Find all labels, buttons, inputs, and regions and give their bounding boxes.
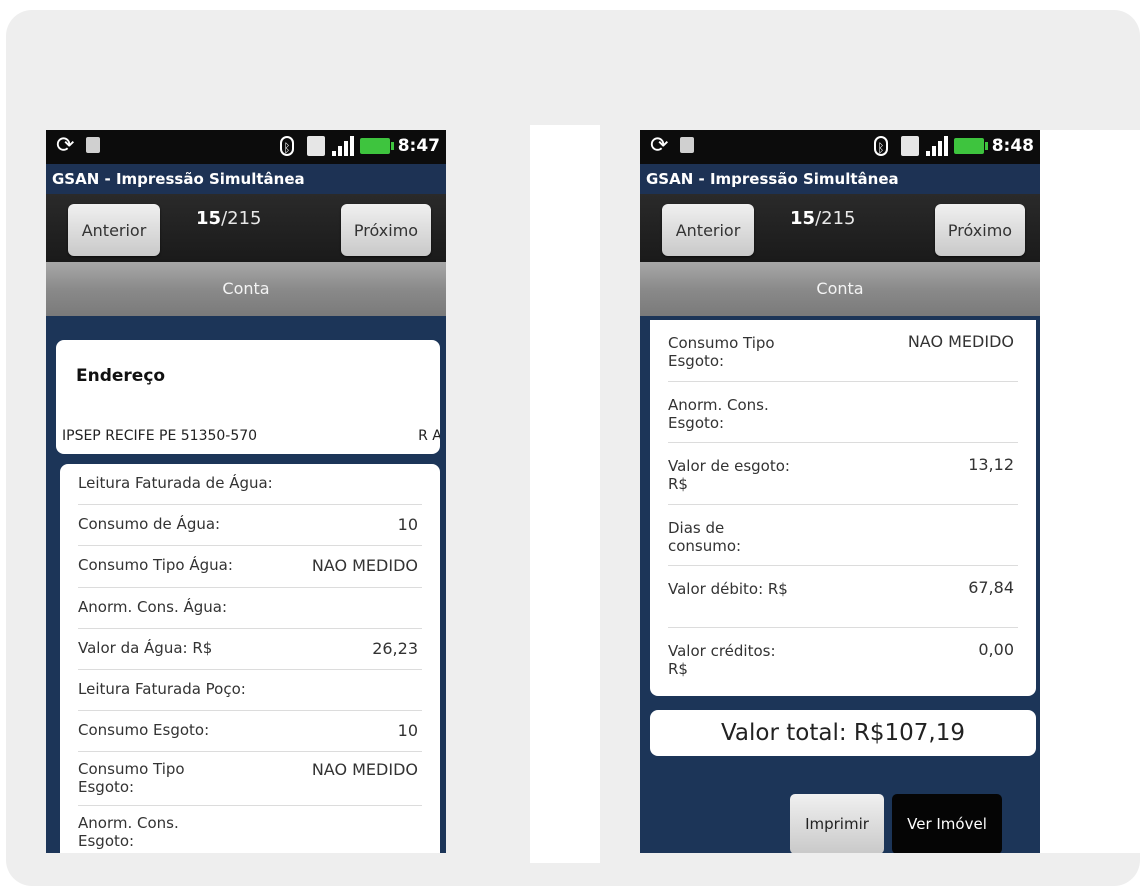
row-label: Valor débito: R$	[668, 580, 788, 598]
row-label: Valor de esgoto: R$	[668, 457, 790, 493]
list-item: Valor débito: R$ 67,84	[668, 566, 1018, 628]
sync-icon: ⟳	[56, 133, 75, 158]
signal-icon	[926, 136, 950, 156]
list-item: Valor da Água: R$ 26,23	[78, 629, 422, 670]
total-records: /215	[221, 208, 262, 229]
sd-card-icon	[901, 136, 919, 156]
row-value: 10	[397, 515, 418, 535]
row-label: Valor créditos: R$	[668, 641, 776, 678]
app-title: GSAN - Impressão Simultânea	[46, 164, 446, 194]
clock: 8:48	[991, 136, 1034, 156]
anterior-button[interactable]: Anterior	[662, 204, 754, 256]
anterior-button[interactable]: Anterior	[68, 204, 160, 256]
status-bar: ⟳ ᛒ 8:48	[640, 130, 1040, 164]
battery-icon	[954, 138, 988, 154]
detalhes-card[interactable]: Leitura Faturada de Água: Consumo de Águ…	[60, 464, 440, 853]
list-item: Dias de consumo:	[668, 505, 1018, 566]
list-item: Anorm. Cons. Esgoto:	[668, 382, 1018, 443]
row-value: 13,12	[968, 455, 1014, 474]
clock: 8:47	[397, 136, 440, 156]
row-label: Anorm. Cons. Esgoto:	[78, 814, 179, 851]
endereco-heading: Endereço	[76, 366, 166, 386]
signal-icon	[332, 136, 356, 156]
bluetooth-icon: ᛒ	[280, 136, 294, 156]
row-value: 10	[397, 721, 418, 741]
row-value: 0,00	[978, 639, 1014, 659]
battery-icon	[360, 138, 394, 154]
list-item: Valor de esgoto: R$ 13,12	[668, 443, 1018, 505]
list-item: Consumo Tipo Água: NAO MEDIDO	[78, 546, 422, 588]
list-item: Valor créditos: R$ 0,00	[668, 628, 1018, 690]
row-label: Leitura Faturada de Água:	[78, 474, 273, 492]
app-title: GSAN - Impressão Simultânea	[640, 164, 1040, 194]
record-counter: 15/215	[196, 208, 261, 229]
proximo-button[interactable]: Próximo	[935, 204, 1025, 256]
nav-bar: Anterior 15/215 Próximo	[46, 194, 446, 262]
endereco-card: Endereço IPSEP RECIFE PE 51350-570 R AI	[56, 340, 440, 454]
usb-icon	[680, 137, 694, 153]
row-value: NAO MEDIDO	[907, 332, 1014, 351]
gap-strip	[530, 125, 600, 863]
row-label: Dias de consumo:	[668, 518, 742, 555]
list-item: Consumo Tipo Esgoto: NAO MEDIDO	[668, 320, 1018, 382]
record-counter: 15/215	[790, 208, 855, 229]
row-label: Consumo Tipo Esgoto:	[78, 760, 185, 797]
nav-bar: Anterior 15/215 Próximo	[640, 194, 1040, 262]
sd-card-icon	[307, 136, 325, 156]
row-label: Consumo Tipo Esgoto:	[668, 334, 775, 370]
row-label: Anorm. Cons. Esgoto:	[668, 395, 769, 432]
total-records: /215	[815, 208, 856, 229]
list-item: Leitura Faturada de Água:	[78, 464, 422, 506]
imprimir-button[interactable]: Imprimir	[790, 794, 884, 853]
list-item: Consumo de Água: 10	[78, 505, 422, 547]
proximo-button[interactable]: Próximo	[341, 204, 431, 256]
list-item: Consumo Tipo Esgoto: NAO MEDIDO	[78, 752, 422, 807]
list-item: Leitura Faturada Poço:	[78, 670, 422, 712]
detalhes-card[interactable]: Consumo Tipo Esgoto: NAO MEDIDO Anorm. Co…	[650, 320, 1036, 696]
phone-screen-left: ⟳ ᛒ 8:47 GSAN - Impressão Simultânea Ant…	[46, 130, 446, 853]
row-label: Leitura Faturada Poço:	[78, 679, 246, 698]
row-label: Consumo Esgoto:	[78, 721, 210, 740]
row-label: Anorm. Cons. Água:	[78, 597, 228, 616]
row-value: 67,84	[968, 578, 1014, 597]
row-value: NAO MEDIDO	[311, 760, 418, 780]
sync-icon: ⟳	[650, 133, 669, 158]
phone-screen-right: ⟳ ᛒ 8:48 GSAN - Impressão Simultânea Ant…	[640, 130, 1040, 853]
address-text-cut: R AI	[418, 428, 440, 444]
list-item: Anorm. Cons. Esgoto:	[78, 806, 422, 853]
current-record: 15	[790, 208, 816, 229]
row-label: Consumo Tipo Água:	[78, 556, 233, 575]
list-item: Anorm. Cons. Água:	[78, 588, 422, 629]
row-value: 26,23	[372, 638, 418, 658]
row-label: Valor da Água: R$	[78, 638, 213, 657]
valor-total: Valor total: R$107,19	[650, 710, 1036, 756]
section-title: Conta	[640, 262, 1040, 316]
list-item: Consumo Esgoto: 10	[78, 711, 422, 753]
bluetooth-icon: ᛒ	[874, 136, 888, 156]
right-margin	[1040, 130, 1140, 853]
row-label: Consumo de Água:	[78, 515, 221, 534]
address-text: IPSEP RECIFE PE 51350-570	[62, 428, 258, 444]
usb-icon	[86, 137, 100, 153]
section-title: Conta	[46, 262, 446, 316]
row-value: NAO MEDIDO	[311, 556, 418, 576]
ver-imovel-button[interactable]: Ver Imóvel	[892, 794, 1002, 853]
status-bar: ⟳ ᛒ 8:47	[46, 130, 446, 164]
current-record: 15	[196, 208, 222, 229]
